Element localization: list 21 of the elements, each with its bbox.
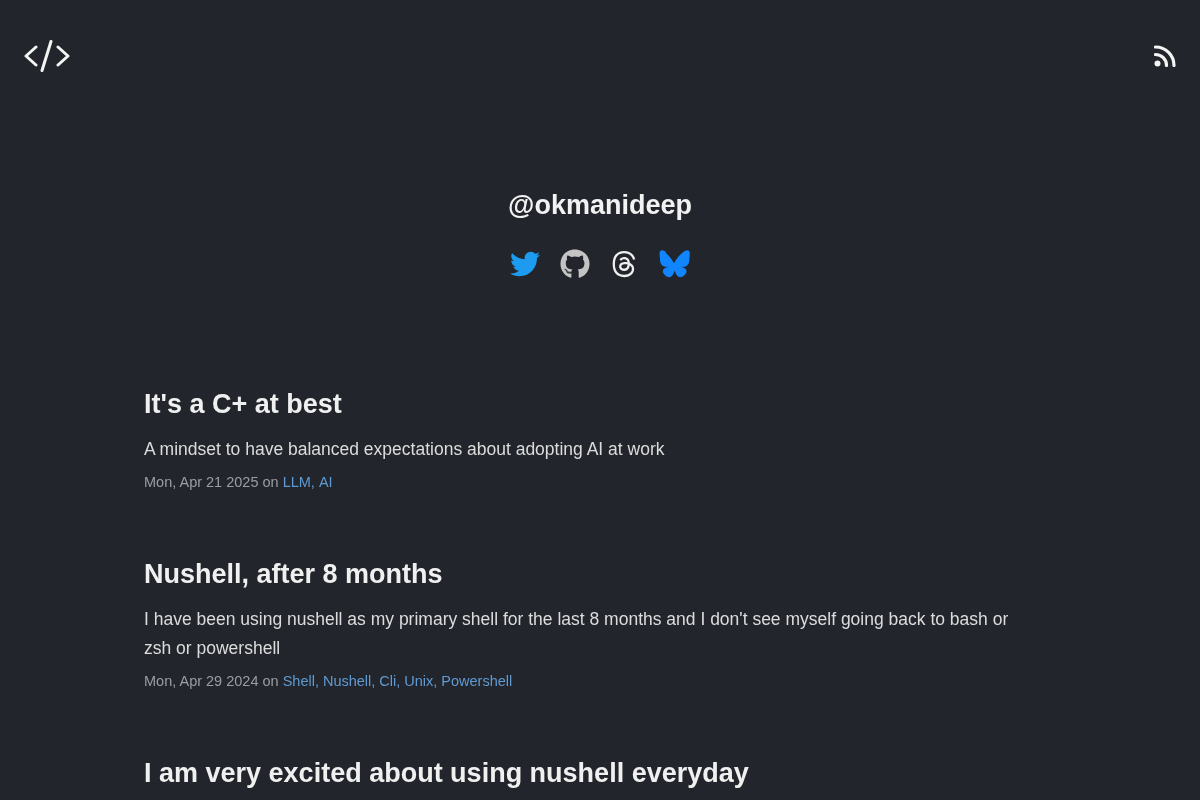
tag-link[interactable]: AI — [318, 471, 333, 493]
threads-icon[interactable] — [610, 250, 638, 278]
post-title-link[interactable]: It's a C+ at best — [144, 384, 342, 424]
post-date: Mon, Apr 29 2024 on — [144, 672, 279, 691]
bird-icon[interactable] — [510, 249, 540, 279]
butterfly-icon[interactable] — [658, 249, 690, 279]
post-title-link[interactable]: I am very excited about using nushell everyday — [144, 753, 749, 793]
tag-link[interactable]: Unix, — [404, 670, 438, 692]
post-date: Mon, Apr 21 2025 on — [144, 473, 279, 492]
tag-link[interactable]: Nushell, — [322, 670, 376, 692]
tag-link[interactable]: Shell, — [282, 670, 319, 692]
code-brackets-icon[interactable] — [24, 40, 70, 72]
profile-handle: @okmanideep — [508, 189, 692, 222]
github-icon[interactable] — [560, 249, 590, 279]
rss-icon[interactable] — [1154, 45, 1176, 67]
post-summary: A mindset to have balanced expectations about adopting AI at work — [144, 438, 666, 461]
tag-link[interactable]: Cli, — [379, 670, 401, 692]
tag-link[interactable]: LLM, — [282, 471, 315, 493]
tag-link[interactable]: Powershell — [441, 670, 513, 692]
post-title-link[interactable]: Nushell, after 8 months — [144, 554, 443, 594]
post-summary: I have been using nushell as my primary shell for the last 8 months and I don't see myself going back to bash or zsh or powershell — [144, 608, 1010, 660]
